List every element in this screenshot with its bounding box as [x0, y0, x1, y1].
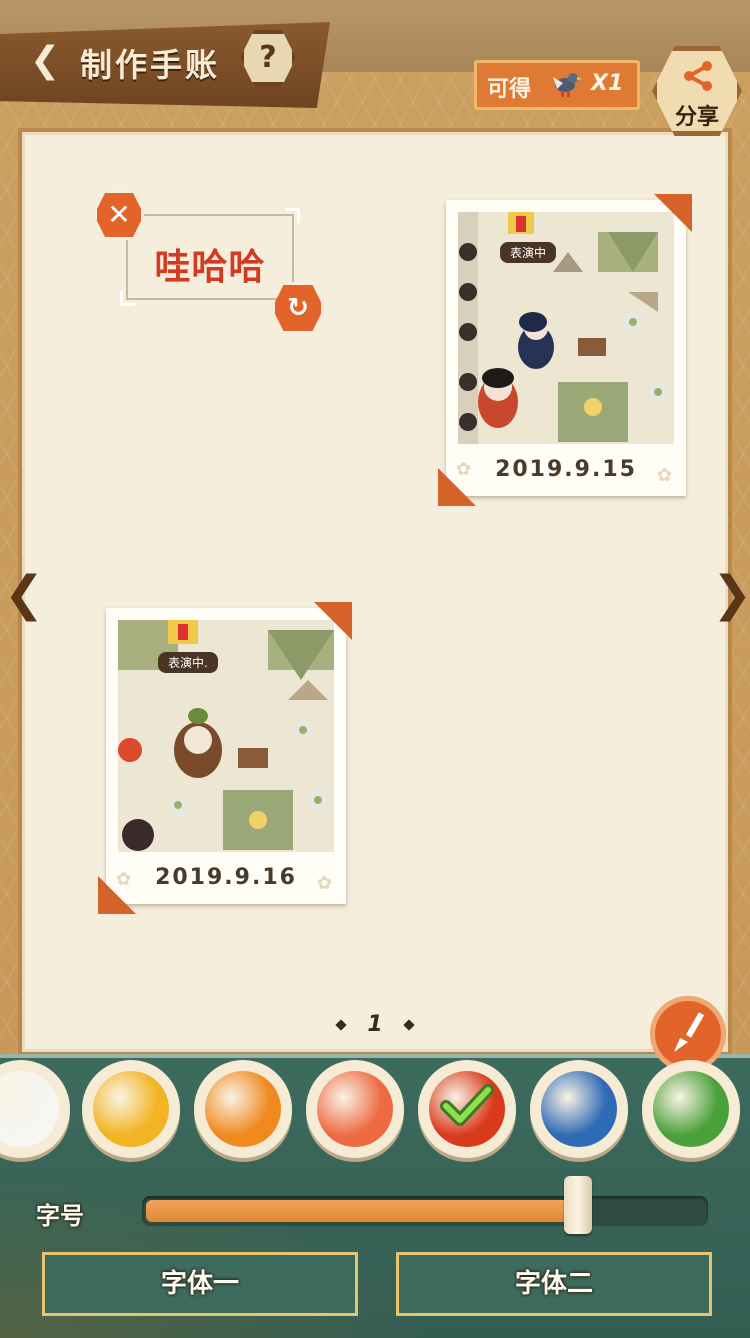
reward-count: X1: [591, 71, 624, 96]
status-tag: 表演中.: [158, 652, 218, 673]
color-swatch[interactable]: [306, 1060, 404, 1158]
text-sticker[interactable]: 哇哈哈: [120, 208, 300, 306]
checkmark-icon: [440, 1084, 494, 1126]
pager-dot-icon: [335, 1019, 348, 1031]
share-icon: [684, 61, 712, 91]
brush-icon: [674, 1012, 705, 1052]
photo-card[interactable]: 表演中. ✿ ✿ 2019.9.16: [98, 602, 352, 914]
font-size-slider-handle[interactable]: [564, 1176, 592, 1234]
color-swatch[interactable]: [418, 1060, 516, 1158]
font-two-button[interactable]: 字体二: [396, 1252, 712, 1316]
color-swatch[interactable]: [82, 1060, 180, 1158]
page-indicator: 1: [300, 1012, 450, 1037]
font-size-slider-fill: [146, 1200, 576, 1222]
sticker-text: 哇哈哈: [154, 247, 266, 288]
back-arrow-icon[interactable]: ❮: [30, 43, 64, 79]
photo-date: 2019.9.16: [155, 865, 297, 890]
color-swatch[interactable]: [530, 1060, 628, 1158]
paint-color: [653, 1071, 729, 1147]
reward-label: 可得: [487, 77, 532, 102]
color-swatch[interactable]: [642, 1060, 740, 1158]
font-size-label: 字号: [36, 1202, 84, 1230]
status-tag: 表演中: [500, 242, 557, 263]
photo-corner-fold: [98, 876, 136, 914]
paint-color: [317, 1071, 393, 1147]
paint-color: [93, 1071, 169, 1147]
pigeon-item-icon: [553, 73, 582, 97]
next-page-arrow-icon[interactable]: ❯: [712, 570, 750, 618]
font-size-slider[interactable]: [142, 1196, 708, 1226]
font-one-button[interactable]: 字体一: [42, 1252, 358, 1316]
paint-color: [541, 1071, 617, 1147]
game-screenshot-image: 表演中.: [118, 620, 334, 852]
photo-corner-fold: [654, 194, 692, 232]
color-swatch[interactable]: [194, 1060, 292, 1158]
game-screenshot-image: 表演中: [458, 212, 674, 444]
photo-card[interactable]: 表演中 ✿ ✿ 2019.9.15: [438, 194, 692, 506]
pager-dot-icon: [402, 1019, 415, 1031]
paint-color: [0, 1071, 59, 1147]
photo-date: 2019.9.15: [495, 457, 637, 482]
paint-color: [205, 1071, 281, 1147]
photo-corner-fold: [438, 468, 476, 506]
photo-corner-fold: [314, 602, 352, 640]
share-label: 分享: [674, 105, 719, 130]
page-number: 1: [367, 1012, 383, 1037]
reward-badge: 可得 X1: [474, 60, 640, 110]
page-title: 制作手账: [80, 46, 221, 84]
previous-page-arrow-icon[interactable]: ❮: [4, 570, 44, 618]
